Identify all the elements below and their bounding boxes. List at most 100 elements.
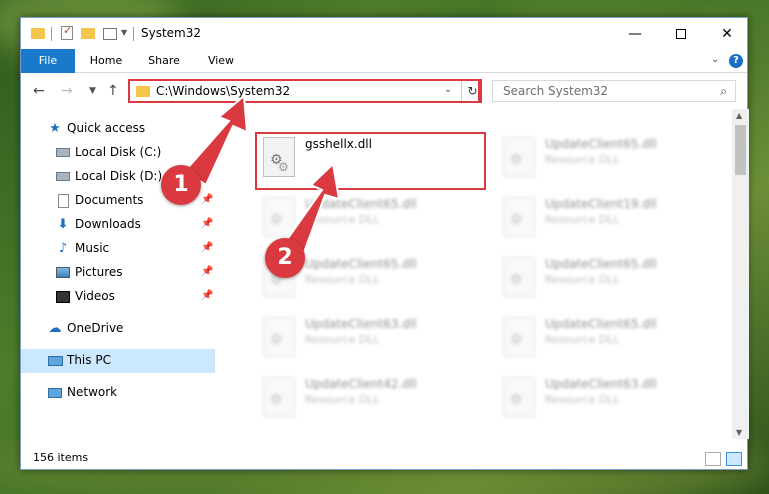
minimize-button[interactable]: —: [612, 18, 658, 49]
folder-icon: [31, 28, 45, 39]
file-item[interactable]: ⚙ UpdateClient65.dll Resource DLL: [495, 313, 715, 363]
navigation-bar: ← → ▼ ↑ C:\Windows\System32 ⌄ ↻ Search S…: [21, 73, 747, 109]
pictures-icon: [55, 265, 71, 281]
navigation-pane: ★ Quick access Local Disk (C:) 📌 Local D…: [21, 109, 215, 439]
sidebar-item-pictures[interactable]: Pictures 📌: [21, 261, 215, 285]
pin-icon[interactable]: 📌: [201, 266, 213, 277]
step-badge-2: 2: [265, 238, 305, 278]
file-item[interactable]: ⚙ UpdateClient19.dll Resource DLL: [495, 193, 715, 243]
folder-icon: [136, 86, 150, 97]
title-bar: ▼ System32 — ✕: [21, 18, 747, 49]
pin-icon[interactable]: 📌: [201, 194, 213, 205]
chevron-down-icon[interactable]: ▼: [121, 28, 127, 44]
download-icon: ⬇: [57, 217, 69, 232]
sidebar-item-label: Pictures: [75, 265, 123, 279]
gear-icon: ⚙: [510, 272, 523, 288]
large-icons-view-icon[interactable]: [726, 452, 742, 466]
sidebar-item-label: Quick access: [67, 121, 146, 135]
sidebar-item-label: Downloads: [75, 217, 141, 231]
sidebar-item-music[interactable]: ♪ Music 📌: [21, 237, 215, 261]
pin-icon[interactable]: 📌: [201, 170, 213, 181]
properties-icon[interactable]: [61, 24, 73, 40]
gear-icon: ⚙: [510, 392, 523, 408]
music-icon: ♪: [58, 241, 68, 256]
dll-file-icon: ⚙: [503, 257, 535, 297]
tab-share[interactable]: Share: [139, 49, 189, 73]
scroll-down-icon[interactable]: ▼: [736, 428, 742, 437]
window-title: System32: [141, 26, 202, 40]
network-icon: [47, 385, 63, 401]
forward-arrow-icon[interactable]: →: [61, 83, 73, 99]
file-type: Resource DLL: [545, 393, 620, 406]
list-icon[interactable]: [103, 28, 117, 40]
tab-view[interactable]: View: [196, 49, 246, 73]
scrollbar-thumb[interactable]: [735, 125, 746, 175]
dll-file-icon: ⚙: [503, 197, 535, 237]
sidebar-item-network[interactable]: Network: [21, 381, 215, 405]
sidebar-item-quick-access[interactable]: ★ Quick access: [21, 117, 215, 141]
chevron-down-icon[interactable]: ⌄: [444, 84, 452, 95]
file-item[interactable]: ⚙ UpdateClient65.dll Resource DLL: [255, 193, 475, 243]
gear-icon: ⚙: [270, 332, 283, 348]
search-input[interactable]: Search System32 ⌕: [492, 80, 736, 102]
videos-icon: [55, 289, 71, 305]
sidebar-item-label: Network: [67, 385, 118, 399]
dll-file-icon: ⚙: [263, 197, 295, 237]
file-name: UpdateClient63.dll: [305, 317, 417, 331]
computer-icon: [47, 353, 63, 369]
vertical-scrollbar[interactable]: ▲ ▼: [732, 109, 749, 439]
file-item[interactable]: ⚙ UpdateClient65.dll Resource DLL: [495, 253, 715, 303]
gear-icon: ⚙: [510, 212, 523, 228]
dll-file-icon: ⚙: [503, 317, 535, 357]
drive-icon: [55, 169, 71, 185]
gear-icon: ⚙: [510, 152, 523, 168]
sidebar-item-local-disk-c[interactable]: Local Disk (C:) 📌: [21, 141, 215, 165]
file-type: Resource DLL: [545, 213, 620, 226]
tab-file[interactable]: File: [21, 49, 75, 73]
file-item[interactable]: ⚙ UpdateClient65.dll Resource DLL: [495, 133, 715, 183]
file-name: UpdateClient65.dll: [305, 197, 417, 211]
divider: [133, 27, 134, 41]
close-button[interactable]: ✕: [704, 18, 750, 49]
dll-file-icon: ⚙: [263, 317, 295, 357]
file-type: Resource DLL: [545, 153, 620, 166]
ribbon: File Home Share View ⌄ ?: [21, 49, 747, 73]
file-name: UpdateClient65.dll: [545, 317, 657, 331]
file-name: UpdateClient65.dll: [545, 257, 657, 271]
file-item[interactable]: ⚙ UpdateClient63.dll Resource DLL: [495, 373, 715, 423]
address-bar[interactable]: C:\Windows\System32 ⌄: [128, 79, 480, 103]
sidebar-item-label: This PC: [67, 353, 111, 367]
file-type: Resource DLL: [305, 213, 380, 226]
pin-icon[interactable]: 📌: [201, 146, 213, 157]
status-bar: 156 items: [21, 448, 747, 470]
sidebar-item-videos[interactable]: Videos 📌: [21, 285, 215, 309]
refresh-button[interactable]: ↻: [461, 81, 483, 101]
file-item[interactable]: ⚙ UpdateClient63.dll Resource DLL: [255, 313, 475, 363]
maximize-icon: [676, 28, 686, 39]
item-count: 156 items: [33, 451, 89, 464]
divider: [51, 27, 52, 41]
documents-icon: [55, 193, 71, 209]
pin-icon[interactable]: 📌: [201, 242, 213, 253]
dll-file-icon: ⚙: [503, 137, 535, 177]
gear-icon: ⚙: [510, 332, 523, 348]
back-arrow-icon[interactable]: ←: [33, 83, 45, 99]
scroll-up-icon[interactable]: ▲: [736, 111, 742, 120]
new-folder-icon[interactable]: [81, 28, 95, 39]
pin-icon[interactable]: 📌: [201, 218, 213, 229]
pin-icon[interactable]: 📌: [201, 290, 213, 301]
cloud-icon: ☁: [48, 321, 62, 336]
sidebar-item-downloads[interactable]: ⬇ Downloads 📌: [21, 213, 215, 237]
file-type: Resource DLL: [305, 333, 380, 346]
recent-locations-icon[interactable]: ▼: [89, 86, 96, 96]
sidebar-item-label: Music: [75, 241, 110, 255]
file-item[interactable]: ⚙ UpdateClient42.dll Resource DLL: [255, 373, 475, 423]
up-arrow-icon[interactable]: ↑: [107, 83, 119, 99]
details-view-icon[interactable]: [705, 452, 721, 466]
sidebar-item-this-pc[interactable]: This PC: [21, 349, 215, 373]
help-icon[interactable]: ?: [729, 54, 743, 68]
sidebar-item-onedrive[interactable]: ☁ OneDrive: [21, 317, 215, 341]
expand-ribbon-icon[interactable]: ⌄: [711, 54, 719, 65]
tab-home[interactable]: Home: [81, 49, 131, 73]
maximize-button[interactable]: [658, 18, 704, 49]
